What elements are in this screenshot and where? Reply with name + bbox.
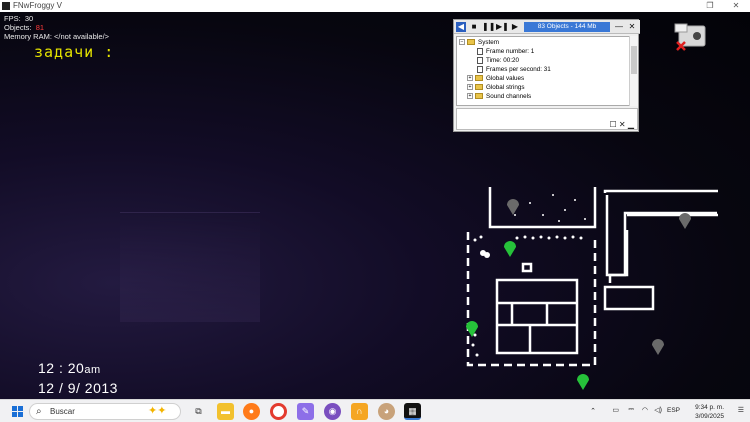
clock-date: 12 / 9/ 2013 [38, 380, 118, 396]
tor-icon[interactable]: ◉ [324, 403, 341, 420]
usb-icon[interactable]: ⎓ [628, 406, 634, 414]
tree-label: Sound channels [486, 93, 532, 100]
folder-icon [475, 93, 483, 100]
task-view-icon[interactable]: ⧉ [190, 403, 207, 420]
search-placeholder: Buscar [50, 407, 75, 416]
debugger-close-button[interactable]: ✕ [627, 22, 637, 32]
copilot-sparkle-icon: ✦✦ [148, 405, 167, 417]
volume-icon[interactable]: ◁) [654, 406, 662, 414]
debugger-minimize-button[interactable]: — [614, 22, 624, 32]
taskbar-search[interactable]: ⌕ Buscar ✦✦ [29, 403, 181, 420]
tree-row[interactable]: + Global values [467, 74, 524, 83]
restore-icon[interactable]: ❐ [696, 0, 724, 12]
camera-marker-lower-right[interactable] [652, 339, 664, 355]
map-right-room [603, 285, 655, 311]
rewind-icon[interactable]: ◀ [456, 22, 466, 32]
map-stage-walls [488, 187, 597, 229]
folder-icon [475, 75, 483, 82]
pause-icon[interactable]: ❚❚ [482, 22, 495, 32]
map-inner-rooms [495, 278, 579, 355]
wifi-icon[interactable]: ◠ [642, 406, 648, 414]
tree-row[interactable]: + Sound channels [467, 92, 531, 101]
memory-readout: Memory RAM: </not available/> [4, 32, 110, 41]
item-icon [477, 65, 483, 73]
minimize-small-icon[interactable]: ▁ [628, 120, 634, 129]
camera-marker-center[interactable] [504, 241, 516, 257]
stage-stars [514, 194, 586, 222]
tray-date: 3/09/2025 [695, 413, 724, 420]
objects-readout: Objects: 81 [4, 23, 45, 32]
fps-readout: FPS: 30 [4, 14, 34, 23]
chevron-up-icon[interactable]: ⌃ [590, 407, 596, 415]
game-clock: 12 : 20am 12 / 9/ 2013 [38, 359, 118, 397]
window-titlebar: FNwFroggy V ❐ ✕ [0, 0, 750, 12]
camera-off-icon[interactable] [673, 22, 709, 54]
tree-expander-icon[interactable]: + [467, 84, 473, 91]
map-small-box [521, 262, 533, 273]
language-indicator[interactable]: ESP [667, 407, 680, 414]
search-icon: ⌕ [36, 406, 42, 417]
maximize-icon[interactable]: ☐ [610, 120, 617, 129]
tree-row[interactable]: − System [459, 38, 499, 47]
map-svg [466, 187, 718, 390]
folder-icon [475, 84, 483, 91]
tree-label: Global values [486, 75, 525, 82]
tree-scrollbar[interactable] [629, 36, 638, 106]
tree-expander-icon[interactable]: + [467, 93, 473, 100]
windows-start-icon[interactable] [12, 406, 23, 417]
clock-time: 12 : 20am [38, 360, 101, 376]
item-icon [477, 47, 483, 55]
tree-label: Frame number: 1 [486, 48, 535, 55]
close-small-icon[interactable]: ✕ [619, 120, 626, 129]
close-icon[interactable]: ✕ [722, 0, 750, 12]
file-explorer-icon[interactable]: ▬ [217, 403, 234, 420]
camera-marker-office[interactable] [577, 374, 589, 390]
map-right-outer [603, 189, 718, 193]
chrome-icon[interactable] [270, 403, 287, 420]
headphones-app-icon[interactable]: ∩ [351, 403, 368, 420]
debugger-tree[interactable]: − System Frame number: 1 Time: 00:20 Frames … [456, 36, 630, 106]
notepad-icon[interactable]: ✎ [297, 403, 314, 420]
map-dots [471, 235, 583, 357]
debugger-bottom-icons: ☐ ✕ ▁ [610, 120, 635, 129]
tree-label: Global strings [486, 84, 525, 91]
tree-row[interactable]: Frame number: 1 [477, 47, 534, 56]
step-icon[interactable]: ▶❚ [496, 22, 509, 32]
debugger-toolbar: ◀ ■ ❚❚ ▶❚ ▶ 83 Objects - 144 Mb — ✕ [454, 20, 640, 34]
tree-label: Frames per second: 31 [486, 66, 551, 73]
tree-label: System [478, 39, 499, 46]
camera-map [455, 175, 725, 400]
tree-expander-icon[interactable]: + [467, 75, 473, 82]
tasks-label: задачи : [34, 43, 115, 61]
folder-icon [467, 39, 475, 46]
camera-marker-top[interactable] [507, 199, 519, 215]
background-scene [120, 212, 260, 322]
tree-label: Time: 00:20 [486, 57, 520, 64]
debug-overlay: FPS: 30 Objects: 81 Memory RAM: </not av… [4, 14, 109, 41]
tree-row[interactable]: Frames per second: 31 [477, 65, 551, 74]
tree-row[interactable]: Time: 00:20 [477, 56, 519, 65]
game-window-icon[interactable]: ▦ [404, 403, 421, 420]
objects-memory-info: 83 Objects - 144 Mb [524, 22, 610, 32]
debugger-panel: ◀ ■ ❚❚ ▶❚ ▶ 83 Objects - 144 Mb — ✕ − Sys… [453, 19, 640, 132]
window-title: FNwFroggy V [13, 1, 62, 10]
item-icon [477, 56, 483, 64]
stop-icon[interactable]: ■ [469, 22, 479, 32]
map-right-walls [605, 195, 717, 277]
tray-time: 9:34 p. m. [695, 404, 724, 411]
play-icon[interactable]: ▶ [510, 22, 520, 32]
taskbar: ⌕ Buscar ✦✦ ⧉ ▬ ● ✎ ◉ ∩ ◕ ▦ ⌃ ▭ ⎓ ◠ ◁) E… [0, 399, 750, 422]
battery-icon[interactable]: ▭ [612, 406, 619, 414]
notifications-icon[interactable]: ☰ [738, 406, 744, 414]
app-icon [2, 2, 10, 10]
tree-row[interactable]: + Global strings [467, 83, 525, 92]
gimp-icon[interactable]: ◕ [378, 403, 395, 420]
firefox-icon[interactable]: ● [243, 403, 260, 420]
tray-clock[interactable]: 9:34 p. m. 3/09/2025 [684, 403, 724, 421]
camera-marker-right[interactable] [679, 213, 691, 229]
tree-expander-icon[interactable]: − [459, 39, 465, 46]
